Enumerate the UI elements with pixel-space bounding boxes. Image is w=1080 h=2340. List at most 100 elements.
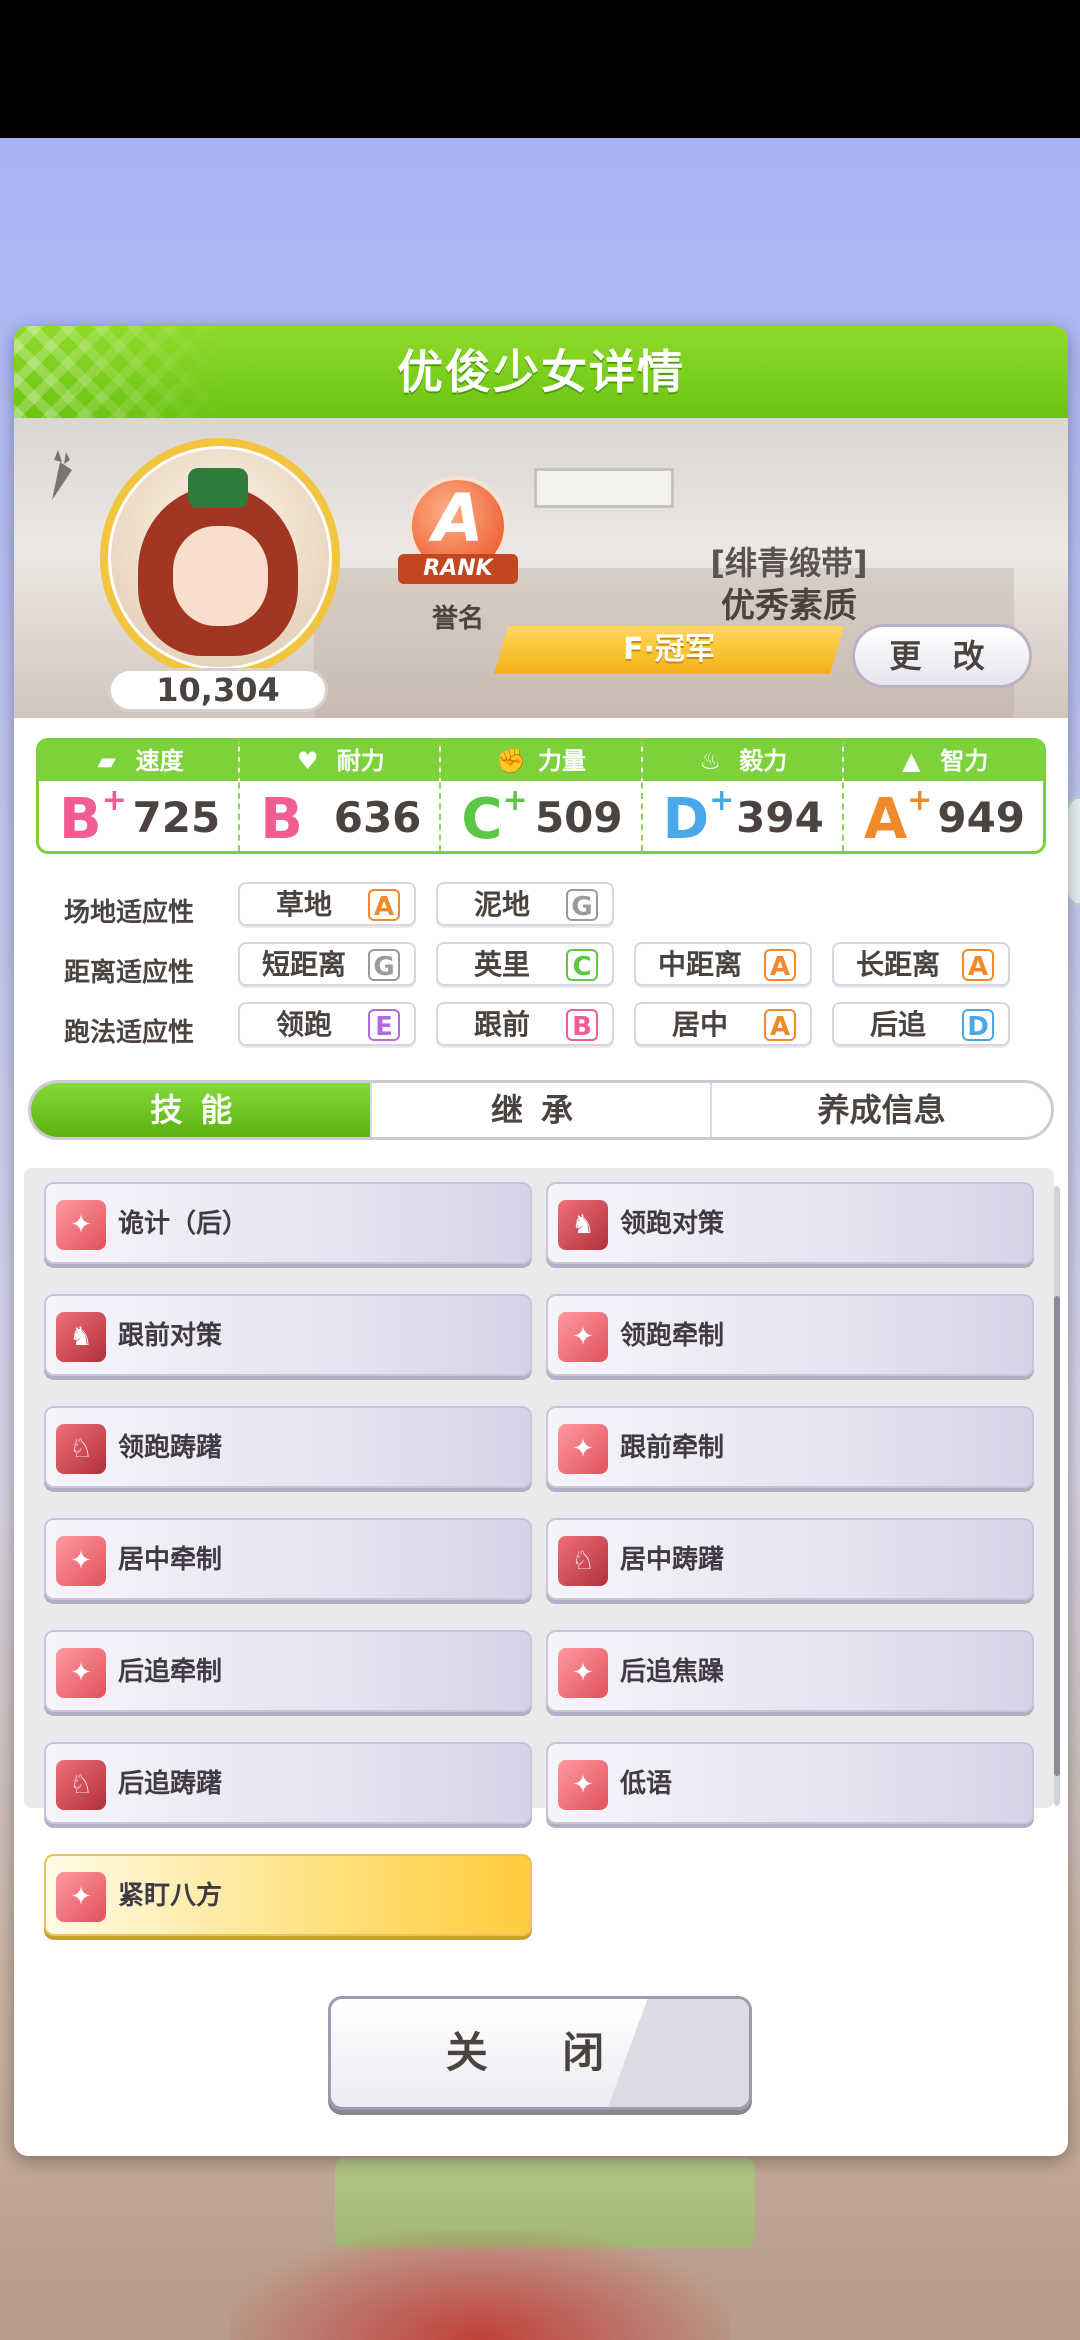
stat-name: 智力 [940,747,989,775]
rank-badge: A RANK [398,476,518,596]
sparkle-icon: ✦ [558,1312,608,1362]
horse-head-icon: ♞ [56,1312,106,1362]
aptitude-grade: A [368,889,400,922]
tab-inherit[interactable]: 继承 [372,1083,713,1137]
stat-value: 394 [736,793,824,842]
stat-name: 耐力 [336,747,385,775]
skill-button[interactable]: ✦ 领跑牵制 [546,1294,1034,1376]
stat-value: 509 [534,793,623,842]
sparkle-icon: ✦ [558,1648,608,1698]
stat-guts: ♨ 毅力 D+ 394 [642,741,844,852]
stat-name: 毅力 [739,747,788,775]
rank-letter: A [432,480,484,557]
stats-panel: ▰ 速度 B+ 725 ♥ 耐力 B 636 ✊ 力量 C+ 509 ♨ 毅力 D+ [36,738,1046,854]
stat-grade: C+ [461,783,528,852]
stat-grade: D+ [662,783,735,852]
aptitude-grade: G [368,949,400,982]
sparkle-icon: ✦ [558,1424,608,1474]
status-bar [0,0,1080,138]
style-aptitude-label: 跑法适应性 [64,1018,195,1048]
skill-button[interactable]: ✦ 低语 [546,1742,1034,1824]
aptitude-grade: A [764,949,796,982]
skill-list [24,1168,1054,1808]
stat-value: 636 [333,793,422,842]
skill-name: 诡计（后） [118,1209,249,1239]
stat-power: ✊ 力量 C+ 509 [441,741,643,852]
horse-sit-icon: ♘ [558,1536,608,1586]
skill-button[interactable]: ✦ 诡计（后） [44,1182,532,1264]
stat-name: 力量 [538,747,586,775]
aptitude-name: 英里 [473,948,530,981]
skill-button[interactable]: ♘ 领跑踌躇 [44,1406,532,1488]
track-aptitude-label: 场地适应性 [64,898,195,928]
detail-tabs: 技能 继承 养成信息 [28,1080,1054,1140]
aptitude-grade: E [368,1009,400,1042]
skill-name: 领跑牵制 [620,1321,725,1351]
carrot-icon [52,450,72,500]
aptitude-name: 草地 [275,888,332,921]
champion-title: F·冠军 [494,626,844,674]
sparkle-icon: ✦ [558,1760,608,1810]
portrait-ribbon [188,468,248,508]
skill-name: 居中牵制 [118,1545,223,1575]
aptitude-grade: B [566,1009,598,1042]
skill-button[interactable]: ✦ 后追牵制 [44,1630,532,1712]
aptitude-name: 中距离 [657,948,742,981]
aptitude-style-front: 领跑 E [238,1002,416,1046]
aptitude-name: 领跑 [275,1008,332,1041]
skill-button[interactable]: ✦ 紧盯八方 [44,1854,532,1936]
skill-button[interactable]: ♞ 领跑对策 [546,1182,1034,1264]
aptitude-name: 长距离 [855,948,940,981]
skill-name: 后追踌躇 [118,1769,223,1799]
skill-name: 低语 [620,1769,673,1799]
background-character [230,2230,730,2340]
aptitude-grade: A [764,1009,796,1042]
sparkle-icon: ✦ [56,1872,106,1922]
horse-girl-detail-dialog: 优俊少女详情 10,304 A RANK 誉名 [绯青缎带] 优秀素质 F·冠军… [14,326,1068,2156]
aptitude-name: 泥地 [473,888,530,921]
skill-name: 紧盯八方 [118,1881,223,1911]
skill-button[interactable]: ✦ 跟前牵制 [546,1406,1034,1488]
stat-value: 949 [937,793,1026,842]
tab-training-info[interactable]: 养成信息 [712,1083,1051,1137]
skill-button[interactable]: ♞ 跟前对策 [44,1294,532,1376]
rating-score: 10,304 [108,668,328,712]
aptitude-grade: D [962,1009,994,1042]
skill-scrollbar[interactable] [1054,1186,1060,1806]
skill-name: 居中踌躇 [620,1545,725,1575]
tab-skills[interactable]: 技能 [31,1083,372,1137]
skill-button[interactable]: ✦ 居中牵制 [44,1518,532,1600]
skill-button[interactable]: ✦ 后追焦躁 [546,1630,1034,1712]
aptitude-distance-short: 短距离 G [238,942,416,986]
dialog-header: 优俊少女详情 [14,326,1068,418]
arm-icon: ✊ [496,747,526,775]
close-button[interactable]: 关 闭 [328,1996,752,2110]
skill-name: 后追焦躁 [620,1657,725,1687]
skill-button[interactable]: ♘ 居中踌躇 [546,1518,1034,1600]
distance-aptitude-label: 距离适应性 [64,958,195,988]
ceiling-light [534,468,674,508]
aptitude-name: 居中 [671,1008,728,1041]
aptitude-name: 后追 [869,1008,926,1041]
skill-name: 领跑对策 [620,1209,725,1239]
aptitude-style-end: 后追 D [832,1002,1010,1046]
epithet-line2: 优秀素质 [721,586,857,626]
aptitude-style-late: 居中 A [634,1002,812,1046]
horse-head-icon: ♞ [558,1200,608,1250]
change-epithet-button[interactable]: 更 改 [852,624,1032,688]
graduation-cap-icon: ▲ [902,747,921,775]
skill-button[interactable]: ♘ 后追踌躇 [44,1742,532,1824]
portrait-face [173,526,268,626]
scrollbar-thumb[interactable] [1054,1296,1060,1776]
stat-grade: B [260,787,303,852]
aptitude-grade: C [566,949,598,982]
stat-wisdom: ▲ 智力 A+ 949 [843,741,1043,851]
heart-icon: ♥ [297,747,319,775]
aptitude-grade: G [566,889,598,922]
aptitude-track-turf: 草地 A [238,882,416,926]
aptitude-grade: A [962,949,994,982]
character-portrait[interactable] [100,438,340,678]
shoe-icon: ▰ [97,747,116,775]
sparkle-icon: ✦ [56,1200,106,1250]
stat-speed: ▰ 速度 B+ 725 [39,741,241,851]
